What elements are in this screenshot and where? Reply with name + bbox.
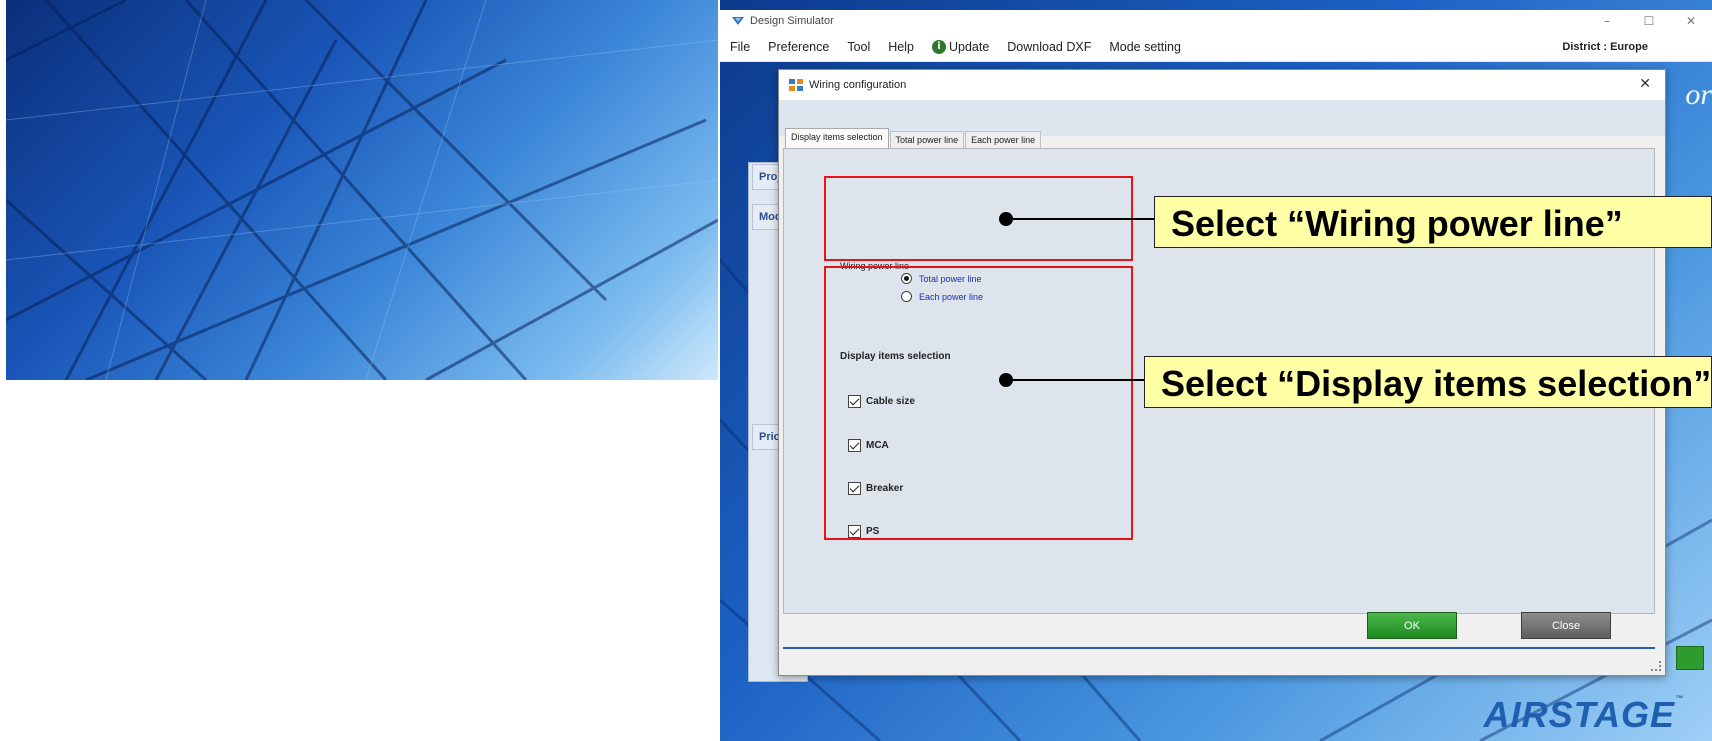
menu-file[interactable]: File — [730, 40, 750, 54]
info-icon: i — [931, 39, 946, 54]
menu-help[interactable]: Help — [888, 40, 914, 54]
callout-line-1 — [1006, 218, 1156, 220]
screenshot-stage: Design Simulator – ☐ ✕ File Preference T… — [0, 0, 1712, 741]
close-button[interactable]: Close — [1521, 612, 1611, 639]
dialog-app-icon — [789, 79, 803, 91]
dialog-tabs: Display items selection Total power line… — [785, 128, 1042, 148]
airstage-tm: ™ — [1675, 694, 1684, 703]
ok-button[interactable]: OK — [1367, 612, 1457, 639]
app-logo-icon — [732, 17, 744, 25]
app-titlebar: Design Simulator – ☐ ✕ — [720, 10, 1712, 32]
lattice-graphic — [6, 0, 718, 380]
dialog-close-icon[interactable]: ✕ — [1639, 76, 1651, 92]
menu-update-label: Update — [948, 39, 990, 54]
tab-display-items-selection[interactable]: Display items selection — [785, 128, 889, 148]
tab-total-power-line[interactable]: Total power line — [889, 131, 965, 148]
dialog-status-line — [783, 647, 1655, 649]
menu-update[interactable]: i Update — [931, 39, 990, 54]
app-next-button[interactable] — [1676, 646, 1704, 670]
close-window-button[interactable]: ✕ — [1670, 14, 1712, 28]
menu-tool[interactable]: Tool — [847, 40, 870, 54]
app-title: Design Simulator — [750, 15, 834, 27]
window-controls: – ☐ ✕ — [1586, 10, 1712, 32]
menu-download-dxf[interactable]: Download DXF — [1007, 40, 1091, 54]
menu-preference[interactable]: Preference — [768, 40, 829, 54]
minimize-button[interactable]: – — [1586, 14, 1628, 28]
district-label: District : Europe — [1562, 40, 1648, 53]
callout-line-2 — [1006, 379, 1146, 381]
resize-grip-icon[interactable] — [1651, 661, 1661, 671]
menu-mode-setting[interactable]: Mode setting — [1109, 40, 1181, 54]
background-image-left — [6, 0, 718, 380]
maximize-button[interactable]: ☐ — [1628, 14, 1670, 28]
highlight-display-items — [824, 266, 1133, 540]
airstage-logo-text: AIRSTAGE — [1483, 694, 1675, 735]
dialog-title: Wiring configuration — [809, 79, 907, 91]
airstage-logo: AIRSTAGE™ — [1484, 694, 1684, 736]
menu-bar: File Preference Tool Help i Update Downl… — [720, 32, 1712, 62]
brand-fragment: or — [1685, 78, 1712, 111]
callout-wiring-power-line: Select “Wiring power line” — [1154, 196, 1712, 248]
callout-display-items-selection: Select “Display items selection” — [1144, 356, 1712, 408]
dialog-titlebar: Wiring configuration ✕ — [779, 70, 1665, 100]
tab-each-power-line[interactable]: Each power line — [965, 131, 1042, 148]
